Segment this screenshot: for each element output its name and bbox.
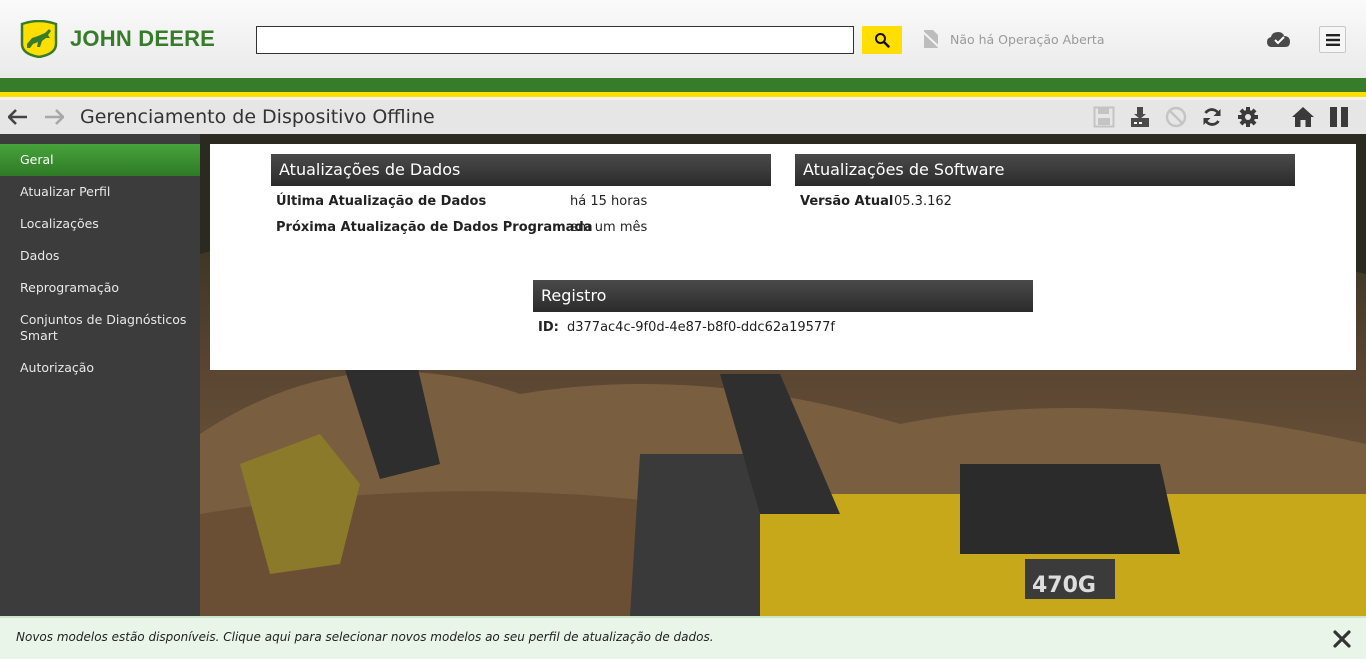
home-icon: [1292, 107, 1314, 127]
operation-status-text: Não há Operação Aberta: [950, 31, 1105, 47]
save-button[interactable]: [1091, 104, 1117, 130]
title-bar: Gerenciamento de Dispositivo Offline: [0, 100, 1366, 134]
last-update-value: há 15 horas: [570, 194, 648, 209]
save-icon: [1093, 106, 1115, 128]
settings-button[interactable]: [1235, 104, 1261, 130]
john-deere-logo[interactable]: JOHN DEERE: [18, 20, 215, 58]
operation-status: Não há Operação Aberta: [922, 28, 1104, 50]
sidebar-item-label: Atualizar Perfil: [20, 184, 111, 199]
gear-icon: [1238, 107, 1258, 127]
forward-button[interactable]: [42, 105, 66, 129]
next-update-value: em um mês: [570, 220, 648, 235]
software-updates-heading: Atualizações de Software: [795, 154, 1295, 186]
svg-text:470G: 470G: [1032, 573, 1096, 598]
refresh-icon: [1203, 108, 1221, 126]
sidebar-item-autorizacao[interactable]: Autorização: [0, 360, 200, 376]
notification-text[interactable]: Novos modelos estão disponíveis. Clique …: [16, 630, 714, 644]
sidebar-item-label: Autorização: [20, 360, 95, 375]
document-slash-icon: [922, 30, 940, 48]
registry-id-value: d377ac4c-9f0d-4e87-b8f0-ddc62a19577f: [567, 320, 836, 335]
current-version-label: Versão Atual: [800, 194, 894, 209]
cancel-button[interactable]: [1163, 104, 1189, 130]
home-button[interactable]: [1290, 104, 1316, 130]
pause-button[interactable]: [1326, 104, 1352, 130]
search-input[interactable]: [256, 26, 854, 54]
sidebar-item-label: Dados: [20, 248, 60, 263]
ban-icon: [1165, 106, 1187, 128]
app-header: JOHN DEERE Não há Operação Aberta: [0, 0, 1366, 78]
sidebar-item-label: Geral: [20, 152, 54, 167]
cloud-sync-button[interactable]: [1264, 27, 1294, 53]
main-menu-button[interactable]: [1319, 26, 1346, 53]
deer-logo-icon: [20, 20, 58, 58]
next-update-label: Próxima Atualização de Dados Programada: [276, 220, 593, 235]
back-button[interactable]: [6, 105, 30, 129]
general-info-panel: Atualizações de Dados Última Atualização…: [210, 144, 1356, 370]
sidebar-item-atualizar-perfil[interactable]: Atualizar Perfil: [0, 184, 200, 200]
registry-id-label: ID:: [538, 320, 559, 335]
sidebar-item-reprogramacao[interactable]: Reprogramação: [0, 280, 200, 296]
sidebar-item-label: Conjuntos de Diagnósticos Smart: [20, 312, 187, 343]
sidebar-item-geral[interactable]: Geral: [0, 144, 200, 176]
arrow-right-icon: [45, 109, 64, 125]
current-version-value: 05.3.162: [894, 194, 952, 209]
page-title: Gerenciamento de Dispositivo Offline: [80, 106, 435, 128]
device-download-icon: [1131, 107, 1149, 127]
sidebar-item-conjuntos-diagnosticos[interactable]: Conjuntos de Diagnósticos Smart: [0, 312, 190, 344]
arrow-left-icon: [8, 109, 27, 125]
close-icon: [1333, 630, 1351, 648]
registry-heading: Registro: [533, 280, 1033, 312]
last-update-label: Última Atualização de Dados: [276, 194, 487, 209]
sidebar-item-label: Localizações: [20, 216, 99, 231]
cloud-check-icon: [1267, 32, 1290, 47]
notification-close-button[interactable]: [1330, 627, 1354, 651]
search-icon: [875, 33, 890, 48]
search-button[interactable]: [862, 26, 902, 54]
sidebar: Geral Atualizar Perfil Localizações Dado…: [0, 134, 200, 616]
refresh-button[interactable]: [1199, 104, 1225, 130]
pause-icon: [1330, 107, 1348, 127]
sidebar-item-label: Reprogramação: [20, 280, 120, 295]
notification-bar[interactable]: Novos modelos estão disponíveis. Clique …: [0, 616, 1366, 659]
brand-name: JOHN DEERE: [70, 26, 216, 51]
data-updates-heading: Atualizações de Dados: [271, 154, 771, 186]
hamburger-menu-icon: [1325, 33, 1340, 46]
brand-stripe-green: [0, 78, 1366, 92]
device-download-button[interactable]: [1127, 104, 1153, 130]
sidebar-item-dados[interactable]: Dados: [0, 248, 200, 264]
sidebar-item-localizacoes[interactable]: Localizações: [0, 216, 200, 232]
